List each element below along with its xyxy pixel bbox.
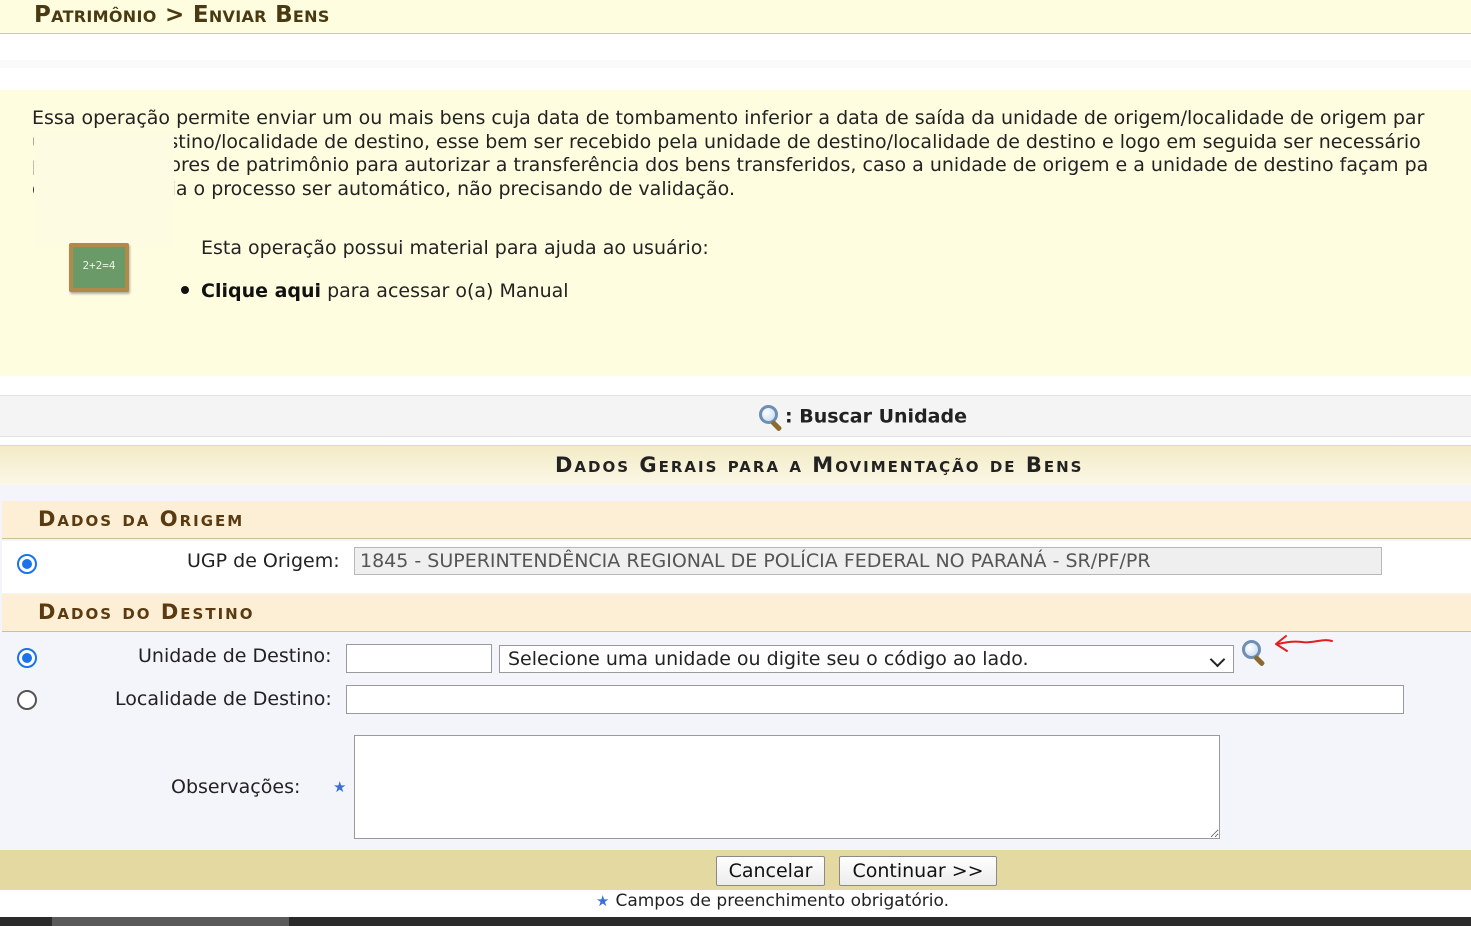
section-title-destino: Dados do Destino: [38, 600, 255, 624]
search-legend-label: : Buscar Unidade: [785, 405, 967, 428]
unidade-destino-select[interactable]: Selecione uma unidade ou digite seu o có…: [499, 645, 1234, 673]
required-fields-note: ★ Campos de preenchimento obrigatório.: [596, 891, 949, 911]
section-title-origem: Dados da Origem: [38, 507, 245, 531]
form-caption: Dados Gerais para a Movimentação de Bens: [0, 445, 1471, 485]
scrollbar-thumb[interactable]: [52, 917, 289, 926]
ugp-label: UGP de Origem:: [187, 550, 340, 572]
localidade-destino-radio[interactable]: [17, 690, 37, 710]
operation-description: Essa operação permite enviar um ou mais …: [32, 107, 1471, 201]
origem-radio[interactable]: [17, 554, 37, 574]
required-star-icon: ★: [333, 778, 347, 796]
annotation-arrow-icon: [1275, 635, 1333, 652]
search-unidade-icon[interactable]: [1240, 639, 1268, 667]
localidade-destino-input[interactable]: [346, 685, 1404, 714]
description-line: Essa operação permite enviar um ou mais …: [32, 107, 1425, 129]
required-star-icon: ★: [596, 892, 610, 910]
chalkboard-icon: 2+2=4: [69, 243, 129, 292]
page-header: Patrimônio > Enviar Bens: [0, 0, 1471, 34]
observacoes-textarea[interactable]: [354, 735, 1220, 839]
search-legend: : Buscar Unidade: [757, 404, 967, 432]
section-header-destino: Dados do Destino: [2, 594, 1471, 632]
observacoes-label: Observações:: [171, 776, 301, 798]
unidade-destino-label: Unidade de Destino:: [138, 645, 332, 667]
description-line: parte dos gestores de patrimônio para au…: [32, 154, 1429, 176]
separator: [0, 60, 1471, 68]
page-title: Patrimônio > Enviar Bens: [34, 2, 330, 28]
chevron-down-icon: [1209, 651, 1226, 668]
unidade-code-input[interactable]: [346, 644, 492, 673]
form-caption-text: Dados Gerais para a Movimentação de Bens: [555, 453, 1084, 477]
chalkboard-text: 2+2=4: [73, 247, 125, 288]
manual-link-suffix: para acessar o(a) Manual: [321, 280, 569, 302]
section-header-origem: Dados da Origem: [2, 501, 1471, 539]
localidade-destino-label: Localidade de Destino:: [115, 688, 332, 710]
unidade-select-value: Selecione uma unidade ou digite seu o có…: [508, 648, 1029, 670]
info-panel: Essa operação permite enviar um ou mais …: [0, 90, 1471, 376]
manual-link[interactable]: Clique aqui: [201, 280, 321, 302]
ugp-origem-field: 1845 - SUPERINTENDÊNCIA REGIONAL DE POLÍ…: [354, 547, 1382, 575]
bullet-icon: [181, 285, 189, 294]
horizontal-scrollbar[interactable]: [0, 917, 1471, 926]
cancel-button[interactable]: Cancelar: [716, 856, 825, 886]
unidade-destino-radio[interactable]: [17, 648, 37, 668]
search-legend-bar: : Buscar Unidade: [0, 395, 1471, 437]
help-intro: Esta operação possui material para ajuda…: [201, 237, 709, 259]
description-line: de transferência o processo ser automáti…: [32, 177, 735, 200]
continue-button[interactable]: Continuar >>: [839, 856, 997, 886]
required-note-text: Campos de preenchimento obrigatório.: [615, 891, 950, 911]
magnifier-icon: [757, 404, 785, 432]
description-line: unidade de destino/localidade de destino…: [32, 130, 1421, 153]
help-box: [34, 132, 174, 247]
help-list-item: Clique aqui para acessar o(a) Manual: [181, 280, 569, 302]
